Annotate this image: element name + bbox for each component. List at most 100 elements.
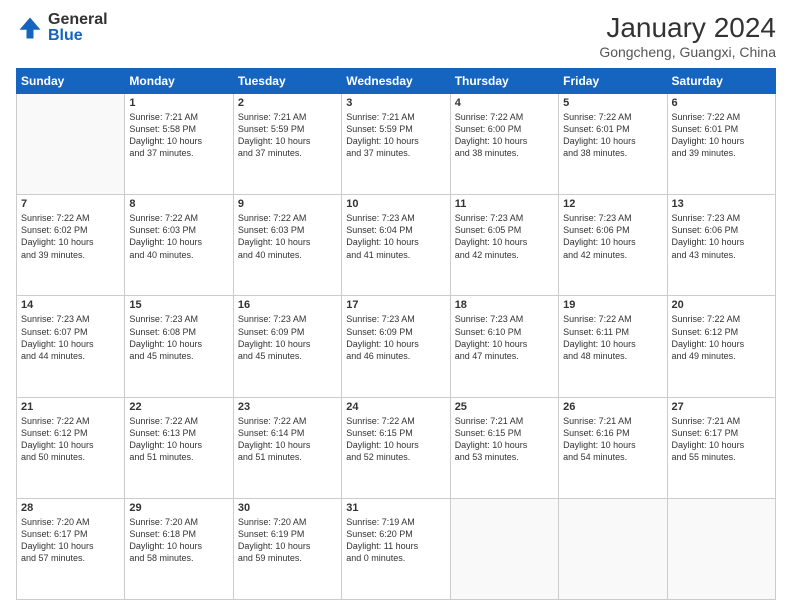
day-number: 5 <box>563 97 662 109</box>
day-cell: 17Sunrise: 7:23 AM Sunset: 6:09 PM Dayli… <box>342 296 450 397</box>
day-cell: 30Sunrise: 7:20 AM Sunset: 6:19 PM Dayli… <box>233 498 341 599</box>
day-info: Sunrise: 7:22 AM Sunset: 6:11 PM Dayligh… <box>563 313 662 362</box>
day-info: Sunrise: 7:23 AM Sunset: 6:06 PM Dayligh… <box>563 212 662 261</box>
day-cell <box>667 498 775 599</box>
day-info: Sunrise: 7:22 AM Sunset: 6:12 PM Dayligh… <box>21 415 120 464</box>
day-cell: 20 Sunrise: 7:22 AM Sunset: 6:12 PM Dayli… <box>667 296 775 397</box>
day-cell: 14 Sunrise: 7:23 AM Sunset: 6:07 PM Dayli… <box>17 296 125 397</box>
day-number: 27 <box>672 401 771 413</box>
day-info: Sunrise: 7:23 AM Sunset: 6:05 PM Dayligh… <box>455 212 554 261</box>
day-cell: 10Sunrise: 7:23 AM Sunset: 6:04 PM Dayli… <box>342 195 450 296</box>
day-number: 16 <box>238 299 337 311</box>
week-row-4: 21 Sunrise: 7:22 AM Sunset: 6:12 PM Dayli… <box>17 397 776 498</box>
day-number: 10 <box>346 198 445 210</box>
col-header-wednesday: Wednesday <box>342 69 450 94</box>
day-cell: 25 Sunrise: 7:21 AM Sunset: 6:15 PM Dayli… <box>450 397 558 498</box>
day-cell: 9 Sunrise: 7:22 AM Sunset: 6:03 PM Daylig… <box>233 195 341 296</box>
day-number: 25 <box>455 401 554 413</box>
day-cell: 1 Sunrise: 7:21 AM Sunset: 5:58 PM Daylig… <box>125 94 233 195</box>
calendar-header-row: SundayMondayTuesdayWednesdayThursdayFrid… <box>17 69 776 94</box>
day-info: Sunrise: 7:21 AM Sunset: 5:59 PM Dayligh… <box>238 111 337 160</box>
day-cell: 8 Sunrise: 7:22 AM Sunset: 6:03 PM Daylig… <box>125 195 233 296</box>
day-number: 18 <box>455 299 554 311</box>
day-number: 23 <box>238 401 337 413</box>
day-info: Sunrise: 7:21 AM Sunset: 5:59 PM Dayligh… <box>346 111 445 160</box>
day-cell: 21 Sunrise: 7:22 AM Sunset: 6:12 PM Dayli… <box>17 397 125 498</box>
logo-text: General Blue <box>48 12 108 44</box>
day-info: Sunrise: 7:22 AM Sunset: 6:14 PM Dayligh… <box>238 415 337 464</box>
day-info: Sunrise: 7:22 AM Sunset: 6:02 PM Dayligh… <box>21 212 120 261</box>
calendar-table: SundayMondayTuesdayWednesdayThursdayFrid… <box>16 68 776 600</box>
day-info: Sunrise: 7:21 AM Sunset: 6:17 PM Dayligh… <box>672 415 771 464</box>
logo-blue-text: Blue <box>48 28 108 44</box>
day-cell: 27 Sunrise: 7:21 AM Sunset: 6:17 PM Dayli… <box>667 397 775 498</box>
day-number: 8 <box>129 198 228 210</box>
day-info: Sunrise: 7:22 AM Sunset: 6:03 PM Dayligh… <box>129 212 228 261</box>
header: General Blue January 2024 Gongcheng, Gua… <box>16 12 776 60</box>
day-info: Sunrise: 7:22 AM Sunset: 6:15 PM Dayligh… <box>346 415 445 464</box>
day-cell: 6Sunrise: 7:22 AM Sunset: 6:01 PM Daylig… <box>667 94 775 195</box>
day-number: 31 <box>346 502 445 514</box>
day-number: 21 <box>21 401 120 413</box>
day-number: 24 <box>346 401 445 413</box>
day-cell: 23 Sunrise: 7:22 AM Sunset: 6:14 PM Dayli… <box>233 397 341 498</box>
day-number: 9 <box>238 198 337 210</box>
day-cell: 5 Sunrise: 7:22 AM Sunset: 6:01 PM Daylig… <box>559 94 667 195</box>
day-number: 11 <box>455 198 554 210</box>
day-cell: 18 Sunrise: 7:23 AM Sunset: 6:10 PM Dayli… <box>450 296 558 397</box>
day-number: 7 <box>21 198 120 210</box>
day-info: Sunrise: 7:22 AM Sunset: 6:03 PM Dayligh… <box>238 212 337 261</box>
day-info: Sunrise: 7:20 AM Sunset: 6:19 PM Dayligh… <box>238 516 337 565</box>
day-number: 29 <box>129 502 228 514</box>
day-number: 28 <box>21 502 120 514</box>
day-cell: 16 Sunrise: 7:23 AM Sunset: 6:09 PM Dayli… <box>233 296 341 397</box>
day-cell: 31 Sunrise: 7:19 AM Sunset: 6:20 PM Dayli… <box>342 498 450 599</box>
day-info: Sunrise: 7:23 AM Sunset: 6:09 PM Dayligh… <box>346 313 445 362</box>
col-header-thursday: Thursday <box>450 69 558 94</box>
day-cell <box>17 94 125 195</box>
day-number: 4 <box>455 97 554 109</box>
week-row-3: 14 Sunrise: 7:23 AM Sunset: 6:07 PM Dayli… <box>17 296 776 397</box>
day-number: 26 <box>563 401 662 413</box>
col-header-tuesday: Tuesday <box>233 69 341 94</box>
day-number: 6 <box>672 97 771 109</box>
day-number: 3 <box>346 97 445 109</box>
col-header-sunday: Sunday <box>17 69 125 94</box>
logo-icon <box>16 14 44 42</box>
day-info: Sunrise: 7:22 AM Sunset: 6:00 PM Dayligh… <box>455 111 554 160</box>
col-header-saturday: Saturday <box>667 69 775 94</box>
day-cell <box>559 498 667 599</box>
day-cell <box>450 498 558 599</box>
day-cell: 28Sunrise: 7:20 AM Sunset: 6:17 PM Dayli… <box>17 498 125 599</box>
day-cell: 13 Sunrise: 7:23 AM Sunset: 6:06 PM Dayli… <box>667 195 775 296</box>
day-info: Sunrise: 7:21 AM Sunset: 5:58 PM Dayligh… <box>129 111 228 160</box>
day-info: Sunrise: 7:22 AM Sunset: 6:12 PM Dayligh… <box>672 313 771 362</box>
day-cell: 7 Sunrise: 7:22 AM Sunset: 6:02 PM Daylig… <box>17 195 125 296</box>
day-cell: 29Sunrise: 7:20 AM Sunset: 6:18 PM Dayli… <box>125 498 233 599</box>
day-info: Sunrise: 7:23 AM Sunset: 6:08 PM Dayligh… <box>129 313 228 362</box>
day-info: Sunrise: 7:22 AM Sunset: 6:01 PM Dayligh… <box>563 111 662 160</box>
day-number: 1 <box>129 97 228 109</box>
day-cell: 11 Sunrise: 7:23 AM Sunset: 6:05 PM Dayli… <box>450 195 558 296</box>
day-number: 14 <box>21 299 120 311</box>
day-number: 22 <box>129 401 228 413</box>
col-header-friday: Friday <box>559 69 667 94</box>
page: General Blue January 2024 Gongcheng, Gua… <box>0 0 792 612</box>
day-cell: 2 Sunrise: 7:21 AM Sunset: 5:59 PM Daylig… <box>233 94 341 195</box>
day-number: 19 <box>563 299 662 311</box>
day-info: Sunrise: 7:23 AM Sunset: 6:09 PM Dayligh… <box>238 313 337 362</box>
day-info: Sunrise: 7:23 AM Sunset: 6:07 PM Dayligh… <box>21 313 120 362</box>
day-info: Sunrise: 7:23 AM Sunset: 6:10 PM Dayligh… <box>455 313 554 362</box>
day-number: 20 <box>672 299 771 311</box>
col-header-monday: Monday <box>125 69 233 94</box>
day-number: 13 <box>672 198 771 210</box>
week-row-5: 28Sunrise: 7:20 AM Sunset: 6:17 PM Dayli… <box>17 498 776 599</box>
day-info: Sunrise: 7:23 AM Sunset: 6:06 PM Dayligh… <box>672 212 771 261</box>
day-info: Sunrise: 7:22 AM Sunset: 6:13 PM Dayligh… <box>129 415 228 464</box>
day-info: Sunrise: 7:21 AM Sunset: 6:15 PM Dayligh… <box>455 415 554 464</box>
day-cell: 19 Sunrise: 7:22 AM Sunset: 6:11 PM Dayli… <box>559 296 667 397</box>
day-info: Sunrise: 7:19 AM Sunset: 6:20 PM Dayligh… <box>346 516 445 565</box>
day-cell: 4 Sunrise: 7:22 AM Sunset: 6:00 PM Daylig… <box>450 94 558 195</box>
logo-general-text: General <box>48 12 108 28</box>
day-number: 2 <box>238 97 337 109</box>
